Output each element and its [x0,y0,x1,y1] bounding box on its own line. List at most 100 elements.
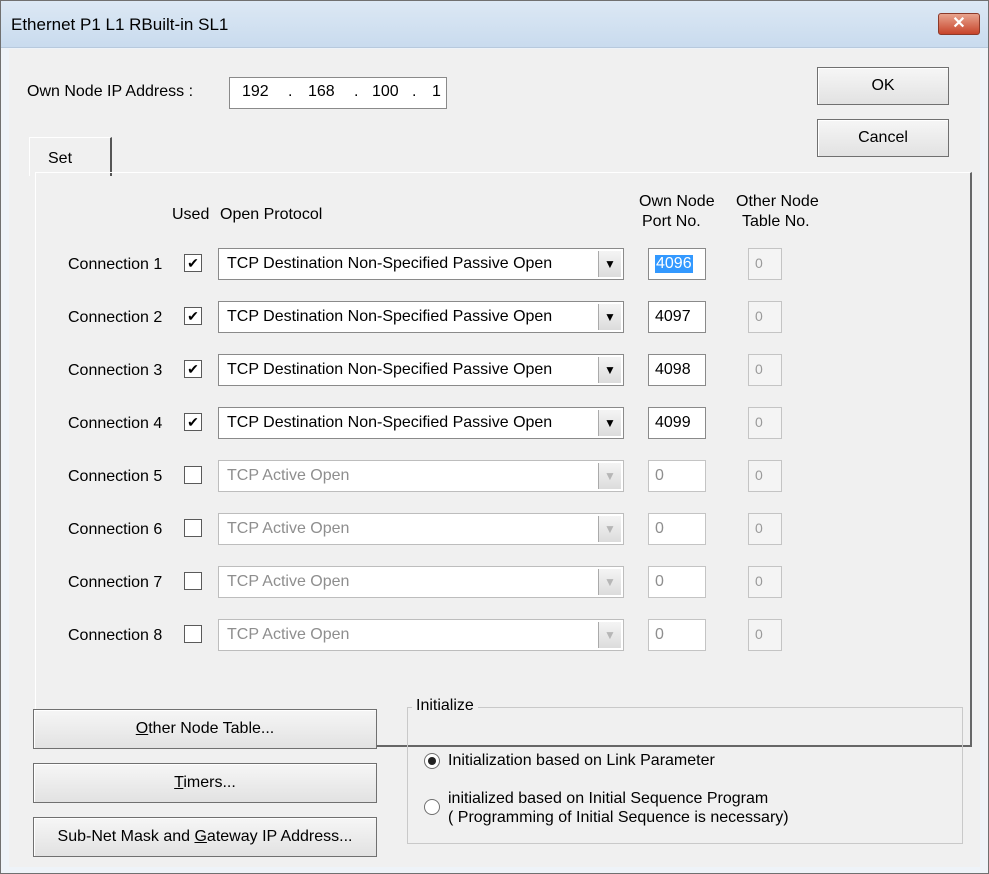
close-button[interactable]: ✕ [938,13,980,35]
other-node-table-input: 0 [748,513,782,545]
own-node-port-header-line2: Port No. [642,213,701,230]
other-node-table-text: ther Node Table... [148,720,275,737]
ip-address-field[interactable]: 192 . 168 . 100 . 1 [229,77,447,109]
ip-octet-1[interactable]: 192 [242,83,269,101]
used-checkbox[interactable]: ✔ [184,413,202,431]
check-icon: ✔ [187,361,199,377]
open-protocol-select: TCP Active Open ▼ [218,619,624,651]
own-node-port-input: 0 [648,619,706,651]
connection-row: Connection 7 TCP Active Open ▼ 0 0 [36,563,970,603]
used-checkbox[interactable] [184,519,202,537]
ip-octet-3[interactable]: 100 [372,83,399,101]
own-node-port-input[interactable]: 4097 [648,301,706,333]
used-checkbox[interactable]: ✔ [184,360,202,378]
open-protocol-select[interactable]: TCP Destination Non-Specified Passive Op… [218,301,624,333]
open-protocol-value: TCP Active Open [227,467,350,484]
subnet-gateway-accel: G [194,828,207,845]
open-protocol-value: TCP Destination Non-Specified Passive Op… [227,361,553,378]
used-checkbox[interactable] [184,572,202,590]
connection-label: Connection 1 [68,256,163,273]
open-protocol-select[interactable]: TCP Destination Non-Specified Passive Op… [218,354,624,386]
ok-button[interactable]: OK [817,67,949,105]
connection-label: Connection 8 [68,627,163,644]
other-node-table-value: 0 [755,414,763,430]
ip-octet-2[interactable]: 168 [308,83,335,101]
connection-row: Connection 2 ✔ TCP Destination Non-Specifi… [36,298,970,338]
own-node-port-value: 0 [655,467,664,484]
dialog-body: Own Node IP Address : 192 . 168 . 100 . … [9,49,980,867]
own-node-port-input[interactable]: 4096 [648,248,706,280]
open-protocol-select: TCP Active Open ▼ [218,566,624,598]
used-checkbox[interactable]: ✔ [184,307,202,325]
ip-dot-3: . [412,83,417,100]
chevron-down-icon[interactable]: ▼ [598,304,621,330]
own-node-port-input: 0 [648,566,706,598]
other-node-table-value: 0 [755,626,763,642]
open-protocol-value: TCP Active Open [227,520,350,537]
initialize-group: Initialize Initialization based on Link … [407,697,963,844]
open-protocol-select: TCP Active Open ▼ [218,513,624,545]
other-node-table-input: 0 [748,248,782,280]
connection-label: Connection 2 [68,309,163,326]
connection-label: Connection 7 [68,574,163,591]
chevron-down-icon[interactable]: ▼ [598,251,621,277]
own-node-port-value: 4098 [655,361,691,378]
window-title: Ethernet P1 L1 RBuilt-in SL1 [11,15,229,34]
chevron-down-icon: ▼ [598,622,621,648]
subnet-gateway-button[interactable]: Sub-Net Mask and Gateway IP Address... [33,817,377,857]
other-node-table-value: 0 [755,361,763,377]
tab-set[interactable]: Set [29,137,112,176]
used-checkbox[interactable]: ✔ [184,254,202,272]
used-header: Used [172,206,210,223]
chevron-down-icon[interactable]: ▼ [598,357,621,383]
connection-label: Connection 4 [68,415,163,432]
timers-button[interactable]: Timers... [33,763,377,803]
chevron-down-icon: ▼ [598,516,621,542]
own-node-port-input[interactable]: 4099 [648,407,706,439]
open-protocol-value: TCP Destination Non-Specified Passive Op… [227,308,553,325]
other-node-table-input: 0 [748,354,782,386]
set-tab-panel: Used Open Protocol Own Node Port No. Oth… [35,172,972,747]
ip-address-label: Own Node IP Address : [27,83,194,100]
other-node-table-input: 0 [748,301,782,333]
open-protocol-value: TCP Active Open [227,626,350,643]
own-node-port-value: 0 [655,520,664,537]
other-node-table-value: 0 [755,255,763,271]
open-protocol-select: TCP Active Open ▼ [218,460,624,492]
other-node-table-input: 0 [748,619,782,651]
other-node-table-value: 0 [755,308,763,324]
title-bar[interactable]: Ethernet P1 L1 RBuilt-in SL1 ✕ [1,1,988,48]
own-node-port-value: 0 [655,626,664,643]
init-link-parameter-radio[interactable] [424,753,440,769]
used-checkbox[interactable] [184,466,202,484]
close-icon: ✕ [952,15,966,32]
own-node-port-value: 4099 [655,414,691,431]
own-node-port-value: 4096 [655,255,693,273]
open-protocol-select[interactable]: TCP Destination Non-Specified Passive Op… [218,248,624,280]
timers-accel: T [174,774,184,791]
cancel-button[interactable]: Cancel [817,119,949,157]
subnet-gateway-text-pre: Sub-Net Mask and [57,828,195,845]
open-protocol-value: TCP Destination Non-Specified Passive Op… [227,414,553,431]
connection-row: Connection 5 TCP Active Open ▼ 0 0 [36,457,970,497]
other-node-table-value: 0 [755,467,763,483]
init-sequence-program-radio[interactable] [424,799,440,815]
chevron-down-icon[interactable]: ▼ [598,410,621,436]
chevron-down-icon: ▼ [598,463,621,489]
open-protocol-select[interactable]: TCP Destination Non-Specified Passive Op… [218,407,624,439]
own-node-port-input[interactable]: 4098 [648,354,706,386]
check-icon: ✔ [187,308,199,324]
connection-label: Connection 6 [68,521,163,538]
own-node-port-input: 0 [648,513,706,545]
init-sequence-program-label: initialized based on Initial Sequence Pr… [448,790,769,807]
other-node-table-button[interactable]: Other Node Table... [33,709,377,749]
initialize-legend: Initialize [412,697,478,715]
other-node-table-input: 0 [748,460,782,492]
tab-set-label: Set [48,150,73,167]
ip-octet-4[interactable]: 1 [432,83,441,101]
connection-row: Connection 3 ✔ TCP Destination Non-Specifi… [36,351,970,391]
used-checkbox[interactable] [184,625,202,643]
connection-label: Connection 5 [68,468,163,485]
other-node-table-header-line2: Table No. [742,213,810,230]
check-icon: ✔ [187,414,199,430]
